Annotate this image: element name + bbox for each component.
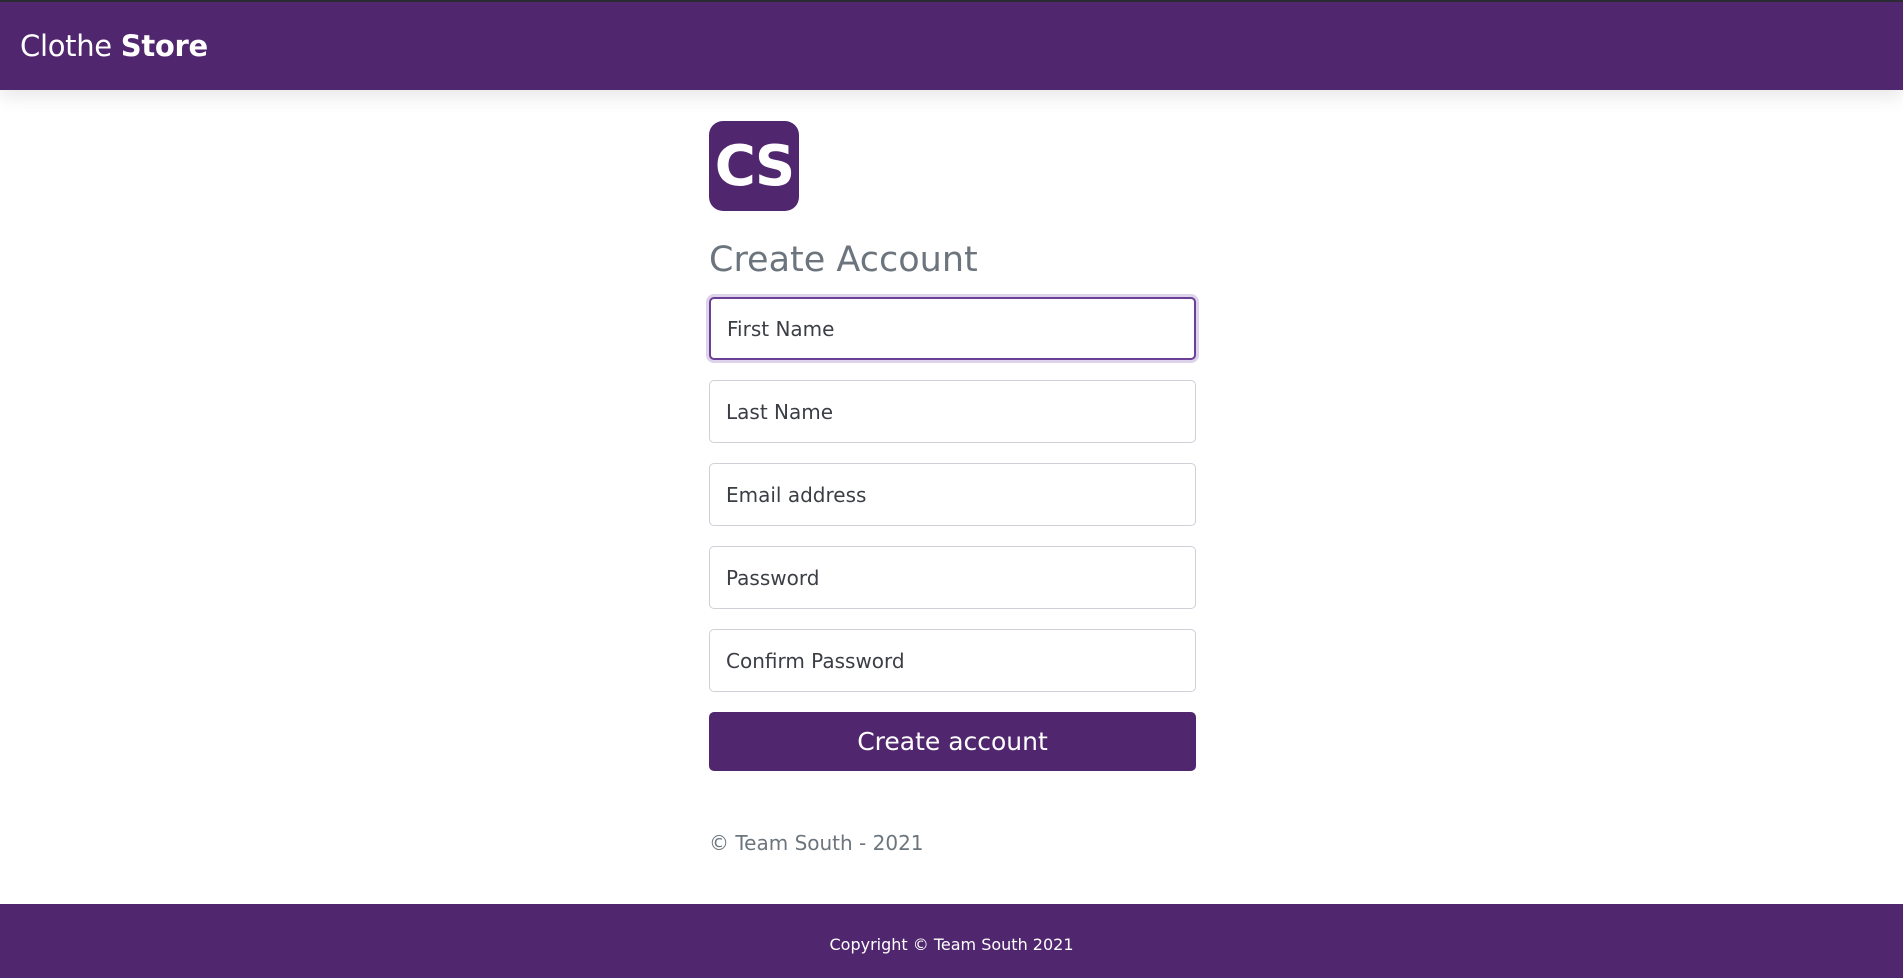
brand-name-light: Clothe bbox=[20, 29, 112, 63]
top-navbar: Clothe Store bbox=[0, 0, 1903, 90]
signup-container: CS Create Account Create account © Team … bbox=[709, 121, 1196, 855]
page-title: Create Account bbox=[709, 240, 978, 280]
footer-copyright: Copyright © Team South 2021 bbox=[829, 934, 1074, 954]
first-name-input[interactable] bbox=[709, 297, 1196, 360]
create-account-button[interactable]: Create account bbox=[709, 712, 1196, 771]
brand-link[interactable]: Clothe Store bbox=[20, 29, 208, 63]
signup-form: Create account bbox=[709, 297, 1196, 771]
brand-name-bold: Store bbox=[120, 29, 208, 63]
email-input[interactable] bbox=[709, 463, 1196, 526]
page-footer: Copyright © Team South 2021 bbox=[0, 904, 1903, 978]
password-input[interactable] bbox=[709, 546, 1196, 609]
last-name-input[interactable] bbox=[709, 380, 1196, 443]
copyright-text: © Team South - 2021 bbox=[709, 831, 924, 855]
store-logo: CS bbox=[709, 121, 799, 211]
confirm-password-input[interactable] bbox=[709, 629, 1196, 692]
